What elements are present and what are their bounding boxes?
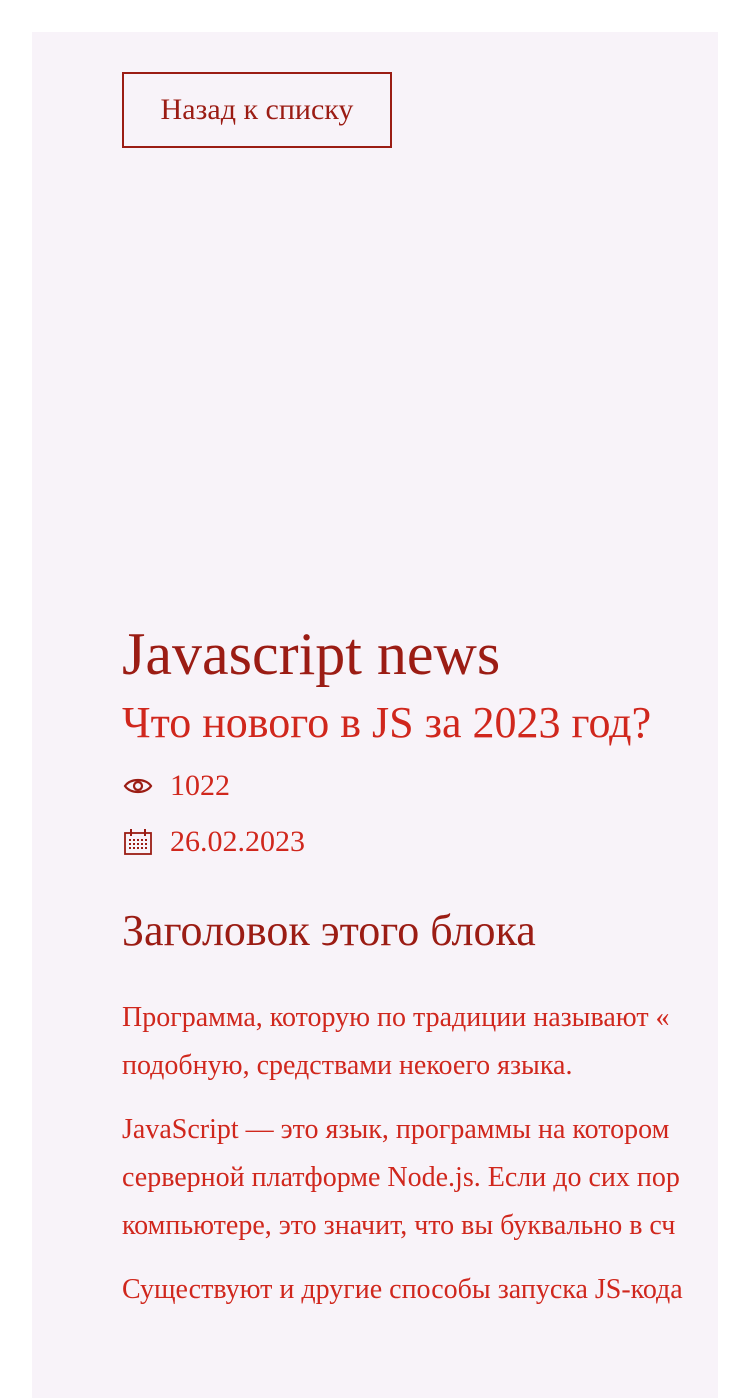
article-card: Назад к списку Javascript news Что новог… (32, 32, 718, 1398)
article-title: Что нового в JS за 2023 год? (122, 698, 652, 747)
paragraph-line: Существуют и другие способы запуска JS-к… (122, 1274, 683, 1305)
views-counter: 1022 (122, 766, 230, 806)
paragraph-line: JavaScript — это язык, программы на кото… (122, 1114, 670, 1145)
views-count: 1022 (170, 769, 230, 802)
paragraph: JavaScript — это язык, программы на кото… (122, 1106, 680, 1250)
publish-date: 26.02.2023 (122, 822, 305, 862)
eye-icon (122, 770, 154, 802)
paragraph-line: Программа, которую по традиции называют … (122, 1002, 670, 1033)
section-heading: Заголовок этого блока (122, 906, 536, 955)
paragraph: Программа, которую по традиции называют … (122, 994, 670, 1090)
calendar-icon (122, 826, 154, 858)
back-to-list-button[interactable]: Назад к списку (122, 72, 392, 148)
paragraph-line: подобную, средствами некоего языка. (122, 1050, 573, 1081)
category-title: Javascript news (122, 621, 501, 687)
paragraph: Существуют и другие способы запуска JS-к… (122, 1266, 683, 1314)
publish-date-value: 26.02.2023 (170, 825, 305, 858)
paragraph-line: серверной платформе Node.js. Если до сих… (122, 1162, 680, 1193)
paragraph-line: компьютере, это значит, что вы буквально… (122, 1210, 676, 1241)
